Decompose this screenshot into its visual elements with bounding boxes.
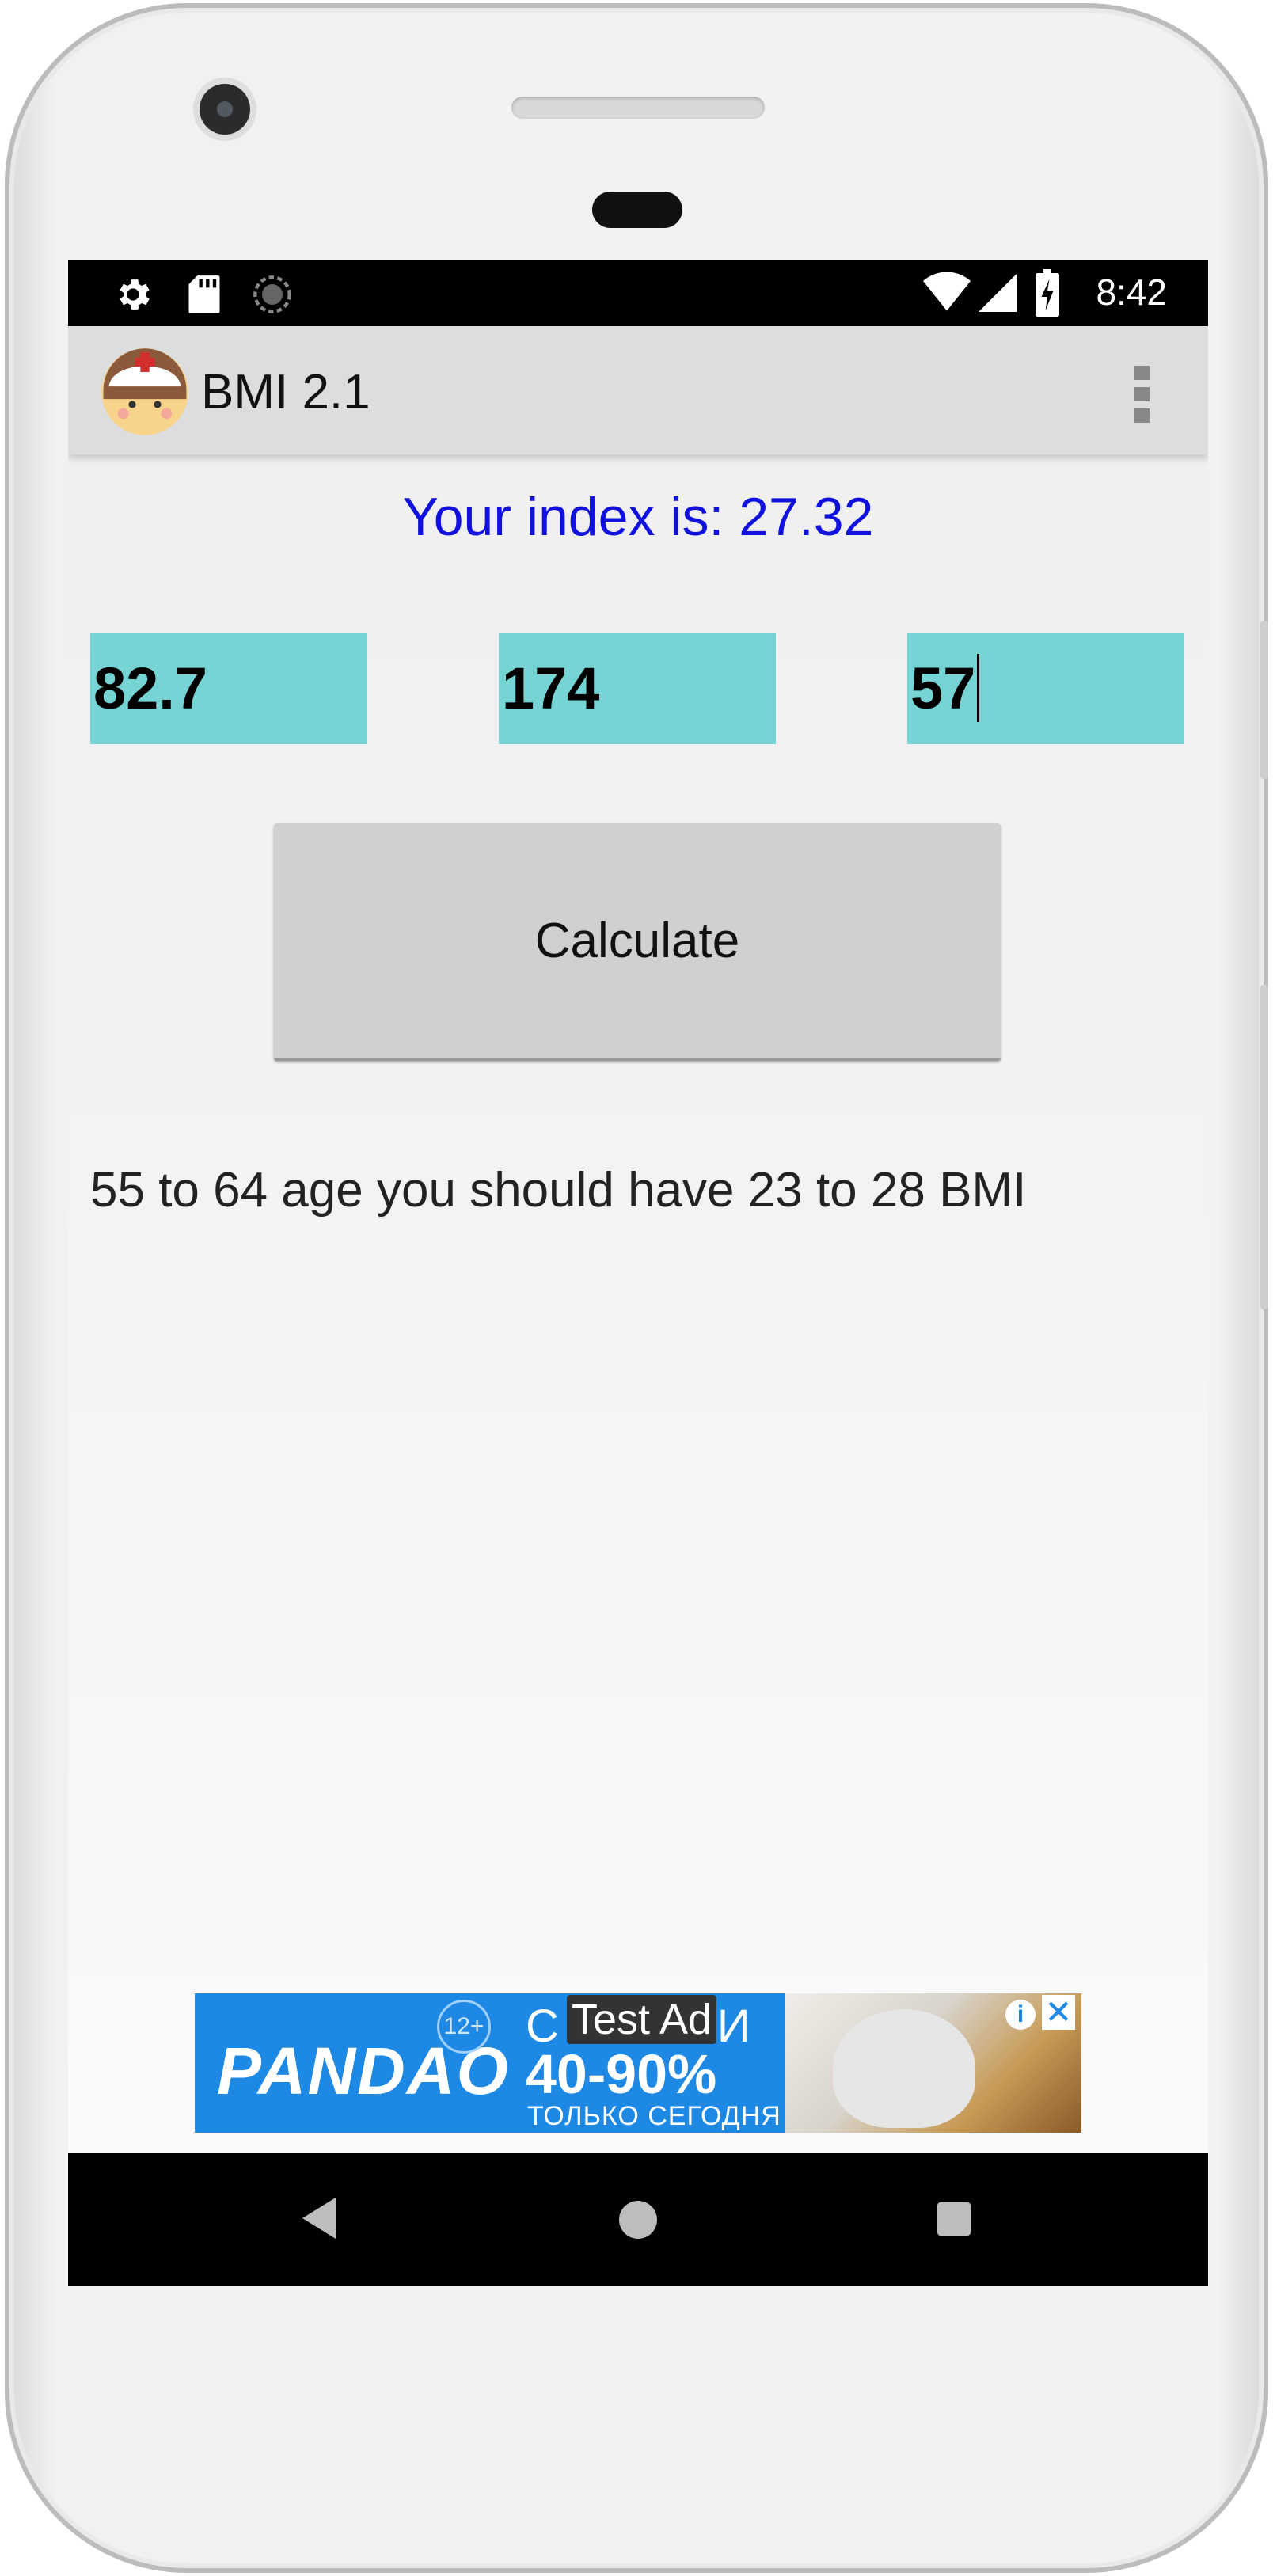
weight-value: 82.7 <box>93 655 208 721</box>
ad-discount: 40-90% <box>526 2043 717 2105</box>
app-bar: BMI 2.1 <box>68 326 1208 454</box>
home-icon[interactable] <box>619 2201 657 2239</box>
screen: 8:42 BMI 2.1 Your index is: 27.32 82.7 1… <box>68 260 1208 2286</box>
cat-teapot-image <box>833 2009 975 2128</box>
ad-product-image <box>785 1993 1081 2133</box>
nurse-avatar-icon <box>100 347 190 437</box>
phone-frame: 8:42 BMI 2.1 Your index is: 27.32 82.7 1… <box>5 3 1268 2573</box>
height-input[interactable]: 174 <box>499 633 776 744</box>
weight-input[interactable]: 82.7 <box>90 633 367 744</box>
text-cursor <box>977 654 980 723</box>
bmi-result: Your index is: 27.32 <box>402 487 874 547</box>
age-value: 57 <box>910 655 976 721</box>
calculate-button[interactable]: Calculate <box>274 823 1001 1061</box>
height-value: 174 <box>502 655 600 721</box>
app-title: BMI 2.1 <box>201 365 370 420</box>
status-bar: 8:42 <box>68 260 1208 326</box>
sync-icon <box>252 274 293 319</box>
front-camera <box>200 84 250 135</box>
more-vertical-icon[interactable] <box>1134 366 1153 423</box>
ad-age-rating: 12+ <box>437 2000 491 2054</box>
navigation-bar <box>68 2153 1208 2286</box>
test-ad-label: Test Ad <box>567 1995 717 2044</box>
cell-signal-icon <box>978 272 1016 317</box>
wifi-icon <box>923 272 971 317</box>
back-icon[interactable] <box>302 2198 336 2239</box>
info-icon[interactable]: i <box>1005 2000 1036 2030</box>
ad-subtitle: ТОЛЬКО СЕГОДНЯ <box>527 2101 781 2131</box>
battery-charging-icon <box>1036 269 1059 321</box>
close-icon[interactable]: ✕ <box>1042 1995 1075 2030</box>
volume-rocker <box>1260 985 1268 1309</box>
earpiece-speaker <box>511 97 765 119</box>
bmi-advice: 55 to 64 age you should have 23 to 28 BM… <box>90 1163 1027 1218</box>
ad-banner[interactable]: PANDAO 12+ СИ Test Ad 40-90% ТОЛЬКО СЕГО… <box>195 1993 1081 2133</box>
age-input[interactable]: 57 <box>907 633 1184 744</box>
power-button <box>1260 621 1268 779</box>
sd-card-icon <box>187 274 222 319</box>
proximity-sensor <box>592 192 682 228</box>
gear-icon <box>112 274 154 319</box>
status-time: 8:42 <box>1096 272 1167 313</box>
recents-icon[interactable] <box>937 2202 971 2236</box>
